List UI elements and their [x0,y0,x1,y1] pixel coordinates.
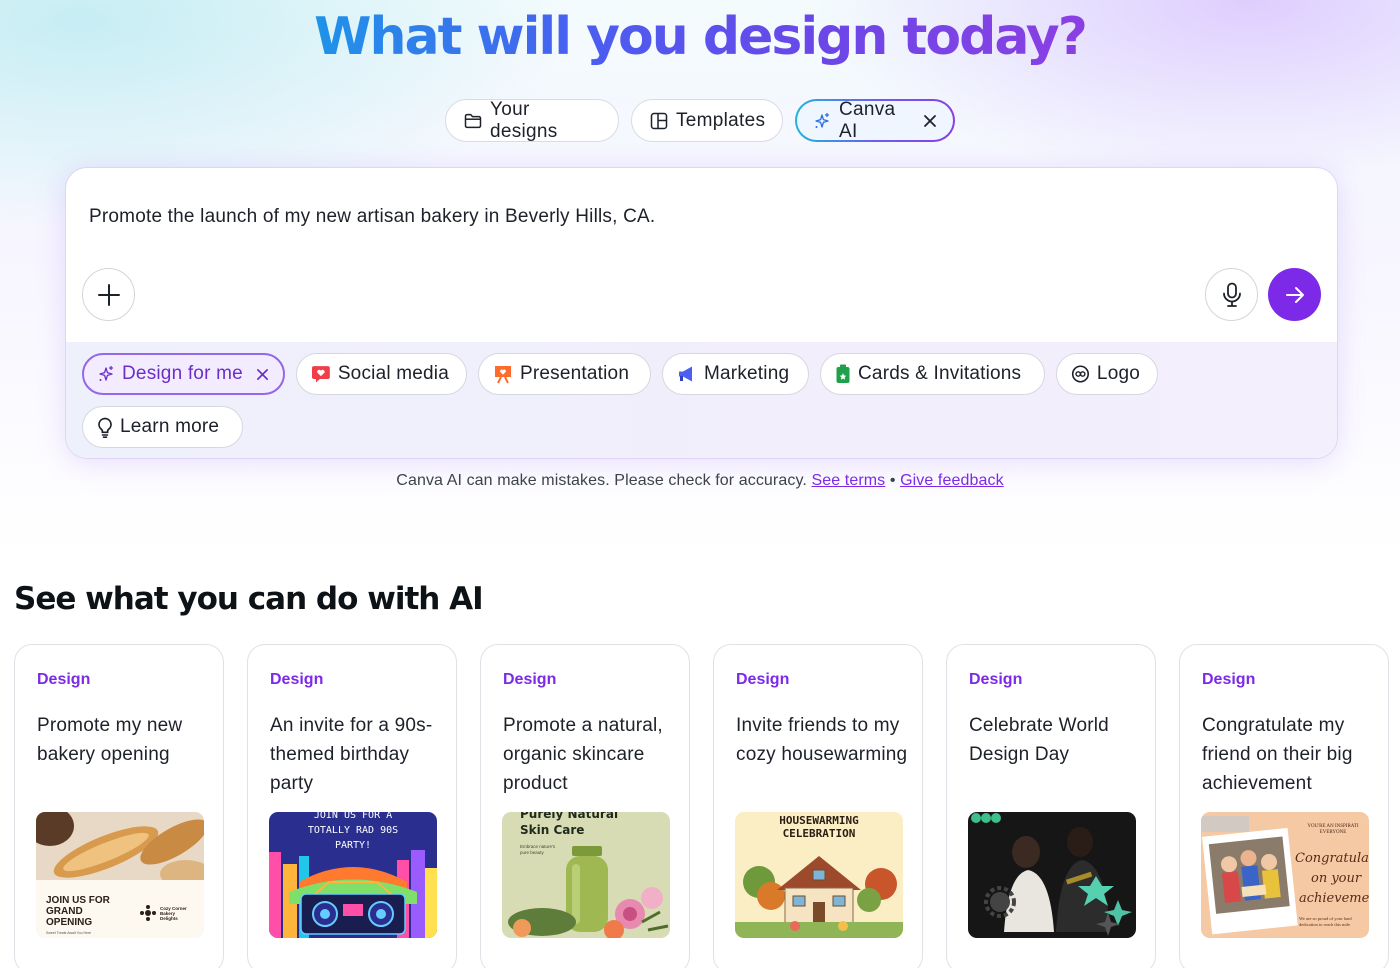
prompt-input[interactable]: Promote the launch of my new artisan bak… [89,206,655,228]
card-thumbnail: JOIN US FOR GRAND OPENING Sweet Treats A… [36,812,204,938]
heart-bubble-icon [311,366,330,383]
give-feedback-link[interactable]: Give feedback [900,472,1004,489]
chip-learn-more[interactable]: Learn more [82,406,243,448]
logo-icon [1071,365,1090,383]
card-tag: Design [969,671,1023,688]
mode-tabs: Your designs Templates Canva AI [0,99,1400,142]
thumb-text: JOIN US FOR [46,895,111,906]
chip-logo[interactable]: Logo [1056,353,1158,395]
template-icon [650,112,668,129]
thumb-text: pure beauty [520,850,545,855]
card-title: Congratulate my friend on their big achi… [1202,715,1353,794]
close-icon[interactable] [256,368,269,381]
card-tag: Design [270,671,324,688]
add-button[interactable] [82,268,135,321]
microphone-icon [1222,282,1241,307]
thumb-text: JOIN US FOR A [314,812,392,821]
example-card[interactable]: Design Celebrate World Design Day [946,644,1156,968]
ai-disclaimer: Canva AI can make mistakes. Please check… [0,472,1400,490]
thumb-text: Skin Care [520,823,584,837]
chip-label: Design for me [122,363,243,384]
see-terms-link[interactable]: See terms [811,472,885,489]
design-type-chips: Design for me Social media Presentation … [66,342,1337,458]
microphone-button[interactable] [1205,268,1258,321]
card-thumbnail: YOU'RE AN INSPIRATI EVERYONE Congratulat… [1201,812,1369,938]
thumb-text: GRAND [46,906,83,917]
thumb-text: Sweet Treats Await You Here [46,931,91,935]
chip-label: Logo [1096,363,1140,384]
chip-label: Presentation [520,363,630,384]
tab-your-designs[interactable]: Your designs [445,99,619,142]
example-card[interactable]: Design Promote a natural, organic skinca… [480,644,690,968]
send-button[interactable] [1268,268,1321,321]
tab-canva-ai[interactable]: Canva AI [795,99,955,142]
chip-design-for-me[interactable]: Design for me [82,353,285,395]
card-thumbnail: JOIN US FOR A TOTALLY RAD 90S PARTY! [269,812,437,938]
separator: • [889,472,896,489]
chip-label: Cards & Invitations [858,363,1022,384]
chip-social-media[interactable]: Social media [296,353,467,395]
card-title: Promote my new bakery opening [37,715,183,765]
megaphone-icon [679,366,692,382]
ai-prompt-box: Promote the launch of my new artisan bak… [65,167,1338,459]
chip-label: Learn more [120,416,220,437]
sparkle-icon [99,365,114,381]
card-title: An invite for a 90s-themed birthday part… [270,715,433,794]
page-title: What will you design today? [314,7,1088,67]
chip-cards-invitations[interactable]: Cards & Invitations [820,353,1045,395]
chip-label: Marketing [704,363,790,384]
chip-marketing[interactable]: Marketing [662,353,809,395]
tab-label: Canva AI [839,98,896,142]
thumb-text: TOTALLY RAD 90S [308,825,398,836]
thumb-text: Purely Natural [520,812,618,821]
chip-label: Social media [337,363,449,384]
card-thumbnail [968,812,1136,938]
thumb-text: Congratulat [1295,851,1369,866]
example-card[interactable]: Design Invite friends to my cozy housewa… [713,644,923,968]
thumb-text: OPENING [46,917,92,928]
card-tag: Design [1202,671,1256,688]
section-title: See what you can do with AI [14,581,484,617]
tab-templates[interactable]: Templates [631,99,783,142]
thumb-text: PARTY! [335,840,371,851]
thumb-text: We are so proud of your hard [1299,916,1352,921]
chip-presentation[interactable]: Presentation [478,353,651,395]
tab-label: Your designs [490,98,558,142]
plus-icon [97,283,120,306]
card-title: Promote a natural, organic skincare prod… [503,715,663,794]
example-card[interactable]: Design Congratulate my friend on their b… [1179,644,1389,968]
tab-label: Templates [676,109,766,131]
thumb-text: HOUSEWARMING [779,814,859,827]
thumb-text: achievemen [1299,891,1369,906]
close-icon[interactable] [923,114,937,128]
thumb-text: EVERYONE [1320,830,1347,835]
sparkle-icon [815,112,830,128]
card-thumbnail: Purely Natural Skin Care Embrace nature'… [502,812,670,938]
example-card[interactable]: Design An invite for a 90s-themed birthd… [247,644,457,968]
disclaimer-text: Canva AI can make mistakes. Please check… [396,472,807,489]
card-title: Invite friends to my cozy housewarming [736,715,908,765]
card-thumbnail: HOUSEWARMING CELEBRATION [735,812,903,938]
folder-icon [464,113,482,128]
example-card[interactable]: Design Promote my new bakery opening JOI… [14,644,224,968]
thumb-text: dedication to reach this mile [1299,922,1350,927]
card-title: Celebrate World Design Day [969,715,1109,765]
card-tag: Design [37,671,91,688]
card-icon [836,364,850,383]
thumb-text: Delights [160,916,178,921]
presentation-icon [495,366,511,384]
thumb-text: Embrace nature's [520,844,556,849]
thumb-text: on your [1311,871,1362,886]
arrow-right-icon [1285,286,1304,303]
card-tag: Design [503,671,557,688]
thumb-text: CELEBRATION [783,827,856,840]
card-tag: Design [736,671,790,688]
lightbulb-icon [98,417,112,438]
thumb-text: YOU'RE AN INSPIRATI [1307,824,1359,829]
